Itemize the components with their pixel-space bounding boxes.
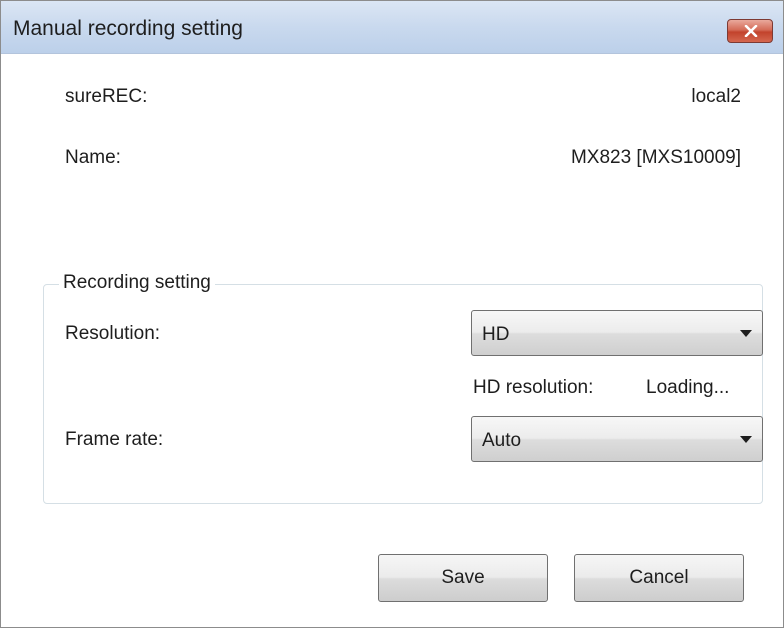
chevron-down-icon: [740, 436, 752, 443]
name-value: MX823 [MXS10009]: [570, 147, 741, 168]
save-button[interactable]: Save: [378, 554, 548, 602]
window-title: Manual recording setting: [13, 17, 243, 40]
frame-rate-selected-value: Auto: [482, 430, 522, 451]
cancel-button[interactable]: Cancel: [574, 554, 744, 602]
resolution-dropdown[interactable]: HD: [471, 310, 763, 356]
frame-rate-dropdown[interactable]: Auto: [471, 416, 763, 462]
surerec-label: sureREC:: [65, 86, 148, 107]
name-label: Name:: [65, 147, 121, 168]
resolution-label: Resolution:: [65, 323, 161, 344]
surerec-value: local2: [691, 86, 741, 107]
title-bar[interactable]: Manual recording setting: [1, 1, 783, 54]
close-icon: [744, 25, 758, 37]
close-button[interactable]: [727, 19, 773, 43]
frame-rate-label: Frame rate:: [65, 429, 164, 450]
manual-recording-setting-dialog: Manual recording setting sureREC: local2…: [0, 0, 784, 628]
hd-resolution-label: HD resolution:: [473, 377, 594, 398]
chevron-down-icon: [740, 330, 752, 337]
recording-setting-group-title: Recording setting: [59, 272, 215, 294]
hd-resolution-value: Loading...: [646, 377, 730, 398]
resolution-selected-value: HD: [482, 324, 510, 345]
